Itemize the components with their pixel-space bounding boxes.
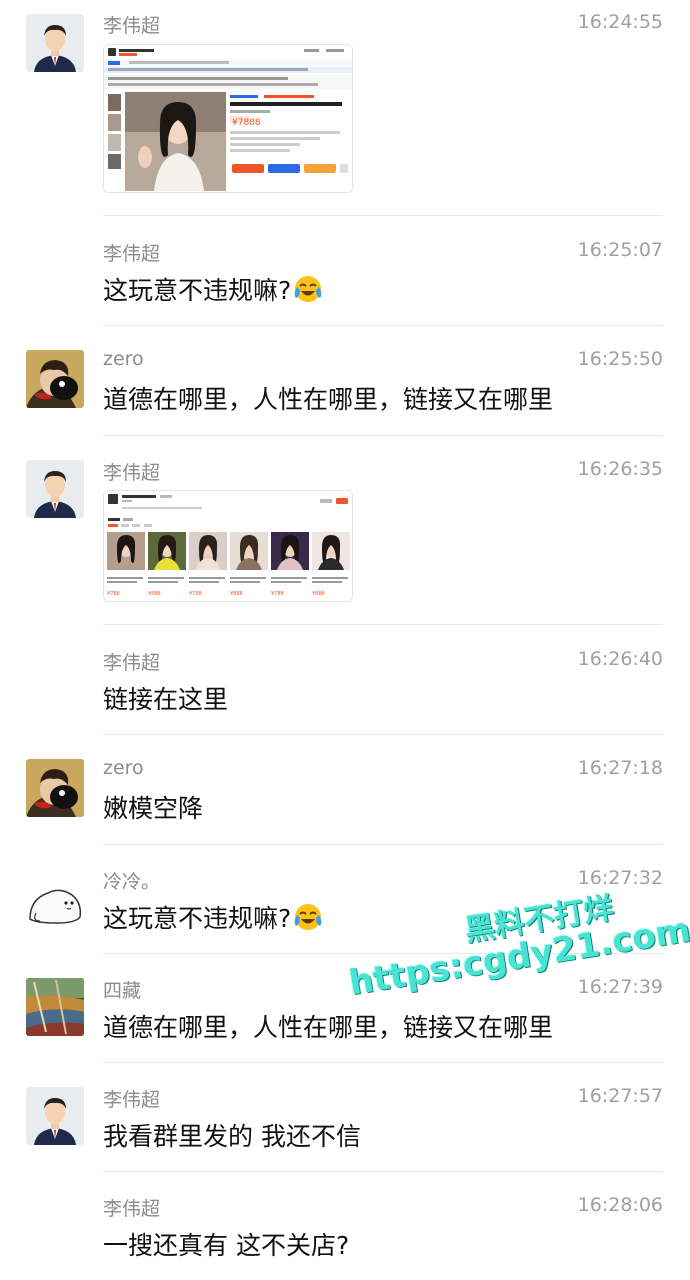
message-time: 16:27:39: [577, 976, 663, 998]
divider: [103, 734, 663, 735]
sender-name: 四藏: [103, 980, 142, 1002]
shop-listing-screenshot[interactable]: ¥788 ¥888 ¥788 ¥888 ¥788 ¥888: [103, 490, 353, 602]
shot2-price: ¥888: [148, 591, 161, 597]
avatar-seal[interactable]: [26, 869, 84, 927]
shot2-price: ¥888: [312, 591, 325, 597]
sender-name: 李伟超: [103, 243, 161, 265]
watermark-line-1: 黑料不打烊: [462, 890, 617, 949]
divider: [103, 325, 663, 326]
sender-name: 李伟超: [103, 15, 161, 37]
shot2-price: ¥788: [107, 591, 120, 597]
message-text[interactable]: 道德在哪里，人性在哪里，链接又在哪里: [103, 380, 553, 416]
avatar-zero[interactable]: [26, 759, 84, 817]
message-time: 16:25:07: [577, 239, 663, 261]
divider: [103, 953, 663, 954]
sender-name: zero: [103, 348, 144, 370]
avatar-painting[interactable]: [26, 978, 84, 1036]
divider: [103, 1171, 663, 1172]
message-time: 16:27:57: [577, 1085, 663, 1107]
message-text[interactable]: 嫩模空降: [103, 789, 203, 825]
message-text[interactable]: 我看群里发的 我还不信: [103, 1117, 361, 1153]
sender-name: zero: [103, 757, 144, 779]
message-time: 16:27:32: [577, 867, 663, 889]
tears-of-joy-emoji-icon: [293, 274, 323, 304]
divider: [103, 624, 663, 625]
shot2-price: ¥888: [230, 591, 243, 597]
message-time: 16:26:40: [577, 648, 663, 670]
shot2-price: ¥788: [189, 591, 202, 597]
message-text[interactable]: 一搜还真有 这不关店?: [103, 1226, 349, 1262]
message-text-content: 这玩意不违规嘛?: [103, 904, 292, 933]
divider: [103, 844, 663, 845]
message-text[interactable]: 链接在这里: [103, 680, 228, 716]
product-page-screenshot[interactable]: ¥7888: [103, 44, 353, 193]
avatar-man[interactable]: [26, 1087, 84, 1145]
message-time: 16:27:18: [577, 757, 663, 779]
message-text[interactable]: 道德在哪里，人性在哪里，链接又在哪里: [103, 1008, 553, 1044]
avatar-man[interactable]: [26, 460, 84, 518]
tears-of-joy-emoji-icon: [293, 902, 323, 932]
message-time: 16:28:06: [577, 1194, 663, 1216]
message-text[interactable]: 这玩意不违规嘛?: [103, 271, 323, 307]
message-time: 16:24:55: [577, 11, 663, 33]
divider: [103, 1062, 663, 1063]
shot1-price: ¥7888: [232, 118, 261, 128]
sender-name: 李伟超: [103, 652, 161, 674]
shot2-price: ¥788: [271, 591, 284, 597]
sender-name: 李伟超: [103, 462, 161, 484]
message-text-content: 这玩意不违规嘛?: [103, 276, 292, 305]
sender-name: 李伟超: [103, 1198, 161, 1220]
avatar-man[interactable]: [26, 14, 84, 72]
divider: [103, 215, 663, 216]
sender-name: 李伟超: [103, 1089, 161, 1111]
message-time: 16:26:35: [577, 458, 663, 480]
message-text[interactable]: 这玩意不违规嘛?: [103, 899, 323, 935]
divider: [103, 435, 663, 436]
avatar-zero[interactable]: [26, 350, 84, 408]
sender-name: 冷冷。: [103, 871, 161, 893]
message-time: 16:25:50: [577, 348, 663, 370]
